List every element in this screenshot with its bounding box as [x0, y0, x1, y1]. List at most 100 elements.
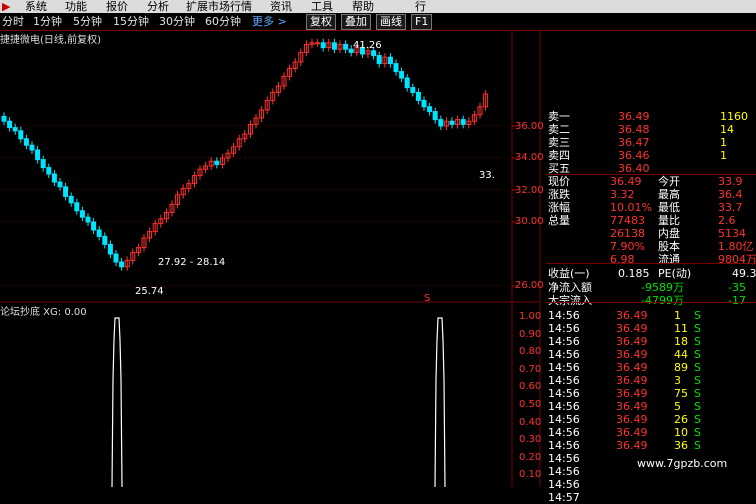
- panel-divider: [546, 263, 756, 264]
- candle-body: [432, 111, 438, 121]
- tick-volume: 26: [674, 413, 688, 426]
- stat-row: 总量 77483 量比 2.6: [546, 214, 756, 227]
- flow-ratio: -17: [728, 294, 746, 307]
- stat-label: 最低: [658, 201, 680, 214]
- tick-row: 14:56 36.49 26 S: [546, 413, 756, 426]
- stat-label: 流通: [658, 253, 680, 266]
- book-price: 36.49: [618, 110, 650, 123]
- candle-body: [399, 71, 405, 79]
- stat-value: 26138: [610, 227, 645, 240]
- tick-side: S: [694, 335, 701, 348]
- candle-body: [102, 235, 108, 245]
- chart-grid: [0, 30, 541, 487]
- tick-side: S: [694, 400, 701, 413]
- book-price: 36.46: [618, 149, 650, 162]
- stat-value: 36.4: [718, 188, 743, 201]
- stat-value: 33.9: [718, 175, 743, 188]
- stat-label: 股本: [658, 240, 680, 253]
- tick-time: 14:57: [548, 491, 580, 504]
- candle-body: [74, 202, 80, 212]
- indicator-tick-label: 0.80: [519, 346, 542, 358]
- flow-ratio: -35: [728, 281, 746, 294]
- signal-marker: S: [424, 293, 431, 304]
- stat-row: 涨跌 3.32 最高 36.4: [546, 188, 756, 201]
- last-price-marker: 33.: [479, 170, 495, 181]
- tick-volume: 5: [674, 400, 681, 413]
- stat-value: 1.80亿: [718, 240, 754, 253]
- book-volume: 14: [720, 123, 734, 136]
- price-tick-label: 36.00: [515, 121, 544, 132]
- tick-volume: 36: [674, 439, 688, 452]
- watermark: www.7gpzb.com: [637, 457, 728, 470]
- price-tick-label: 32.00: [515, 185, 544, 196]
- candle-body: [371, 50, 377, 57]
- indicator-tick-label: 1.00: [519, 311, 542, 322]
- tick-price: 36.49: [616, 426, 648, 439]
- candle-body: [85, 216, 91, 223]
- tick-time: 14:56: [548, 322, 580, 335]
- income-label: 收益(一): [548, 267, 590, 280]
- tick-time: 14:56: [548, 465, 580, 478]
- stat-value: 6.98: [610, 253, 635, 266]
- candle-body: [96, 229, 102, 237]
- stat-row: 现价 36.49 今开 33.9: [546, 175, 756, 188]
- price-tick-label: 34.00: [515, 152, 544, 163]
- order-book-row: 卖一 36.49 1160: [546, 110, 756, 123]
- stat-value: 9804万: [718, 253, 756, 266]
- tick-price: 36.49: [616, 439, 648, 452]
- tick-side: S: [694, 439, 701, 452]
- book-price: 36.48: [618, 123, 650, 136]
- stat-value: 3.32: [610, 188, 635, 201]
- stat-label: 今开: [658, 175, 680, 188]
- candle-body: [119, 261, 125, 268]
- indicator-tick-label: 0.60: [519, 381, 542, 393]
- tick-time: 14:56: [548, 387, 580, 400]
- candle-body: [387, 56, 393, 65]
- tick-row: 14:56 36.49 89 S: [546, 361, 756, 374]
- tick-row: 14:56 36.49 1 S: [546, 309, 756, 322]
- indicator-tick-label: 0.50: [519, 399, 542, 410]
- candle-body: [393, 63, 399, 73]
- tick-price: 36.49: [616, 400, 648, 413]
- candle-body: [40, 159, 46, 169]
- stat-label: 最高: [658, 188, 680, 201]
- candle-body: [51, 173, 57, 183]
- stat-row: 6.98 流通 9804万: [546, 253, 756, 266]
- stat-value: 7.90%: [610, 240, 645, 253]
- stat-value: 10.01%: [610, 201, 652, 214]
- stat-row: 涨幅 10.01% 最低 33.7: [546, 201, 756, 214]
- tick-volume: 10: [674, 426, 688, 439]
- flow-label: 净流入额: [548, 281, 592, 294]
- tick-row: 14:56 36.49 36 S: [546, 439, 756, 452]
- tick-price: 36.49: [616, 335, 648, 348]
- book-volume: 1: [720, 149, 727, 162]
- indicator-tick-label: 0.10: [519, 469, 542, 481]
- candle-body: [63, 186, 69, 197]
- tick-side: S: [694, 374, 701, 387]
- tick-time: 14:56: [548, 374, 580, 387]
- stat-value: 77483: [610, 214, 645, 227]
- tick-side: S: [694, 309, 701, 322]
- tick-row: 14:56 36.49 10 S: [546, 426, 756, 439]
- tick-time: 14:56: [548, 478, 580, 491]
- signal-spike: [111, 317, 123, 487]
- tick-row: 14:56 36.49 3 S: [546, 374, 756, 387]
- panel-divider: [546, 174, 756, 175]
- candle-body: [404, 77, 410, 89]
- tick-volume: 44: [674, 348, 688, 361]
- pe-label: PE(动): [658, 267, 692, 280]
- candle-body: [410, 87, 416, 93]
- stat-label: 量比: [658, 214, 680, 227]
- book-volume: 1: [720, 136, 727, 149]
- indicator-series: [111, 317, 446, 487]
- tick-side: S: [694, 426, 701, 439]
- stat-row: 26138 内盘 5134: [546, 227, 756, 240]
- candle-body: [91, 221, 97, 231]
- tick-price: 36.49: [616, 387, 648, 400]
- price-tick-label: 30.00: [515, 216, 544, 227]
- book-volume: 1160: [720, 110, 748, 123]
- candle-body: [214, 160, 220, 165]
- tick-price: 36.49: [616, 348, 648, 361]
- candle-body: [438, 119, 444, 127]
- flow-label: 大宗流入: [548, 294, 592, 307]
